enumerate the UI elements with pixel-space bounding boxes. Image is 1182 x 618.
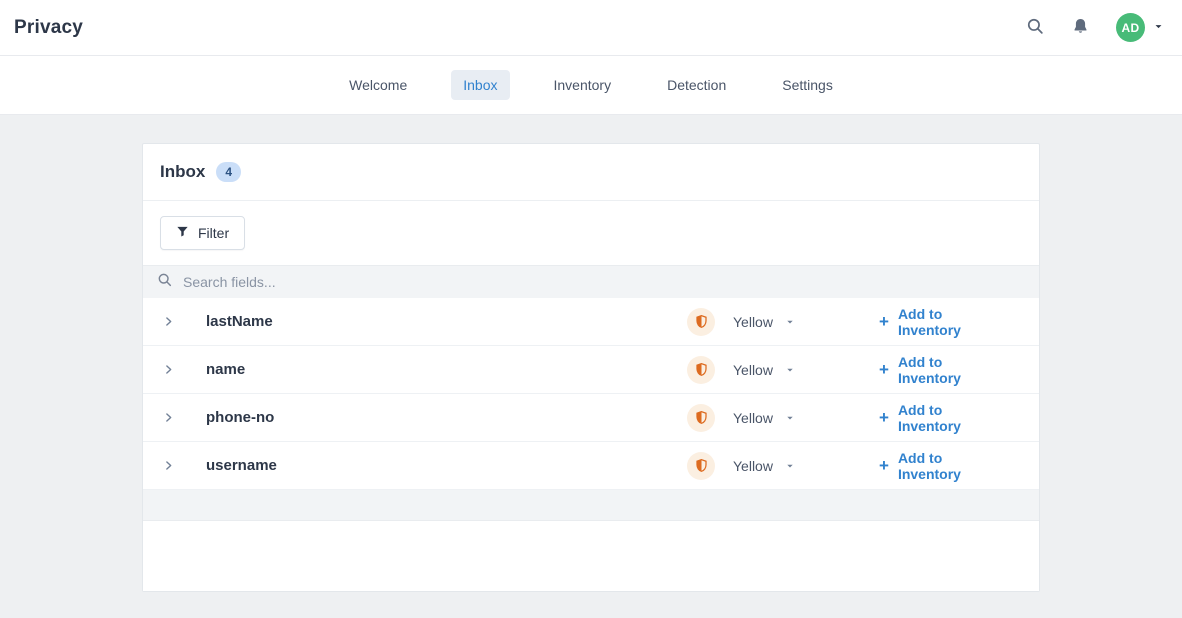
tab-welcome[interactable]: Welcome [337, 70, 419, 100]
search-icon [157, 272, 173, 293]
classification-select[interactable]: Yellow [733, 458, 795, 474]
add-to-inventory-button[interactable]: + Add to Inventory [879, 402, 999, 434]
card-footer [143, 521, 1039, 591]
classification-value: Yellow [733, 410, 773, 426]
add-to-inventory-button[interactable]: + Add to Inventory [879, 306, 999, 338]
classification-value: Yellow [733, 362, 773, 378]
field-name: username [206, 457, 687, 474]
classification-value: Yellow [733, 458, 773, 474]
classification-select[interactable]: Yellow [733, 410, 795, 426]
add-to-inventory-label: Add to Inventory [898, 354, 999, 386]
add-to-inventory-label: Add to Inventory [898, 306, 999, 338]
caret-down-icon [785, 314, 795, 330]
shield-icon [687, 404, 715, 432]
plus-icon: + [879, 361, 889, 378]
search-fields-input[interactable] [183, 274, 683, 290]
classification-select[interactable]: Yellow [733, 362, 795, 378]
add-to-inventory-label: Add to Inventory [898, 450, 999, 482]
add-to-inventory-button[interactable]: + Add to Inventory [879, 450, 999, 482]
plus-icon: + [879, 409, 889, 426]
inbox-count-badge: 4 [216, 162, 241, 182]
main-nav: Welcome Inbox Inventory Detection Settin… [0, 56, 1182, 115]
notifications-button[interactable] [1071, 17, 1090, 39]
plus-icon: + [879, 457, 889, 474]
caret-down-icon [785, 410, 795, 426]
user-menu[interactable]: AD [1116, 13, 1164, 42]
table-row: username Yellow + Add to Inventory [143, 442, 1039, 490]
classification-select[interactable]: Yellow [733, 314, 795, 330]
chevron-right-icon[interactable] [162, 363, 206, 376]
inbox-card-header: Inbox 4 [143, 144, 1039, 201]
table-row: lastName Yellow + Add to Inventory [143, 298, 1039, 346]
funnel-icon [176, 225, 189, 241]
tab-inbox[interactable]: Inbox [451, 70, 509, 100]
add-to-inventory-button[interactable]: + Add to Inventory [879, 354, 999, 386]
chevron-right-icon[interactable] [162, 411, 206, 424]
header-actions: AD [1026, 13, 1164, 42]
shield-icon [687, 452, 715, 480]
tab-settings[interactable]: Settings [770, 70, 845, 100]
tab-detection[interactable]: Detection [655, 70, 738, 100]
tab-inventory[interactable]: Inventory [542, 70, 624, 100]
classification-value: Yellow [733, 314, 773, 330]
chevron-right-icon[interactable] [162, 459, 206, 472]
shield-icon [687, 308, 715, 336]
search-button[interactable] [1026, 17, 1045, 39]
table-row: name Yellow + Add to Inventory [143, 346, 1039, 394]
plus-icon: + [879, 313, 889, 330]
bell-icon [1071, 17, 1090, 39]
search-icon [1026, 17, 1045, 39]
caret-down-icon [785, 362, 795, 378]
caret-down-icon [785, 458, 795, 474]
filter-button[interactable]: Filter [160, 216, 245, 250]
app-title: Privacy [14, 17, 83, 39]
inbox-title: Inbox [160, 162, 205, 182]
filter-button-label: Filter [198, 225, 229, 241]
app-header: Privacy AD [0, 0, 1182, 56]
add-to-inventory-label: Add to Inventory [898, 402, 999, 434]
field-name: phone-no [206, 409, 687, 426]
caret-down-icon [1153, 19, 1164, 37]
shield-icon [687, 356, 715, 384]
avatar: AD [1116, 13, 1145, 42]
table-row: phone-no Yellow + Add to Inventory [143, 394, 1039, 442]
search-fields-bar [143, 265, 1039, 298]
inbox-card: Inbox 4 Filter lastName [142, 143, 1040, 592]
filter-bar: Filter [143, 201, 1039, 265]
chevron-right-icon[interactable] [162, 315, 206, 328]
table-footer-strip [143, 490, 1039, 521]
field-name: name [206, 361, 687, 378]
field-name: lastName [206, 313, 687, 330]
